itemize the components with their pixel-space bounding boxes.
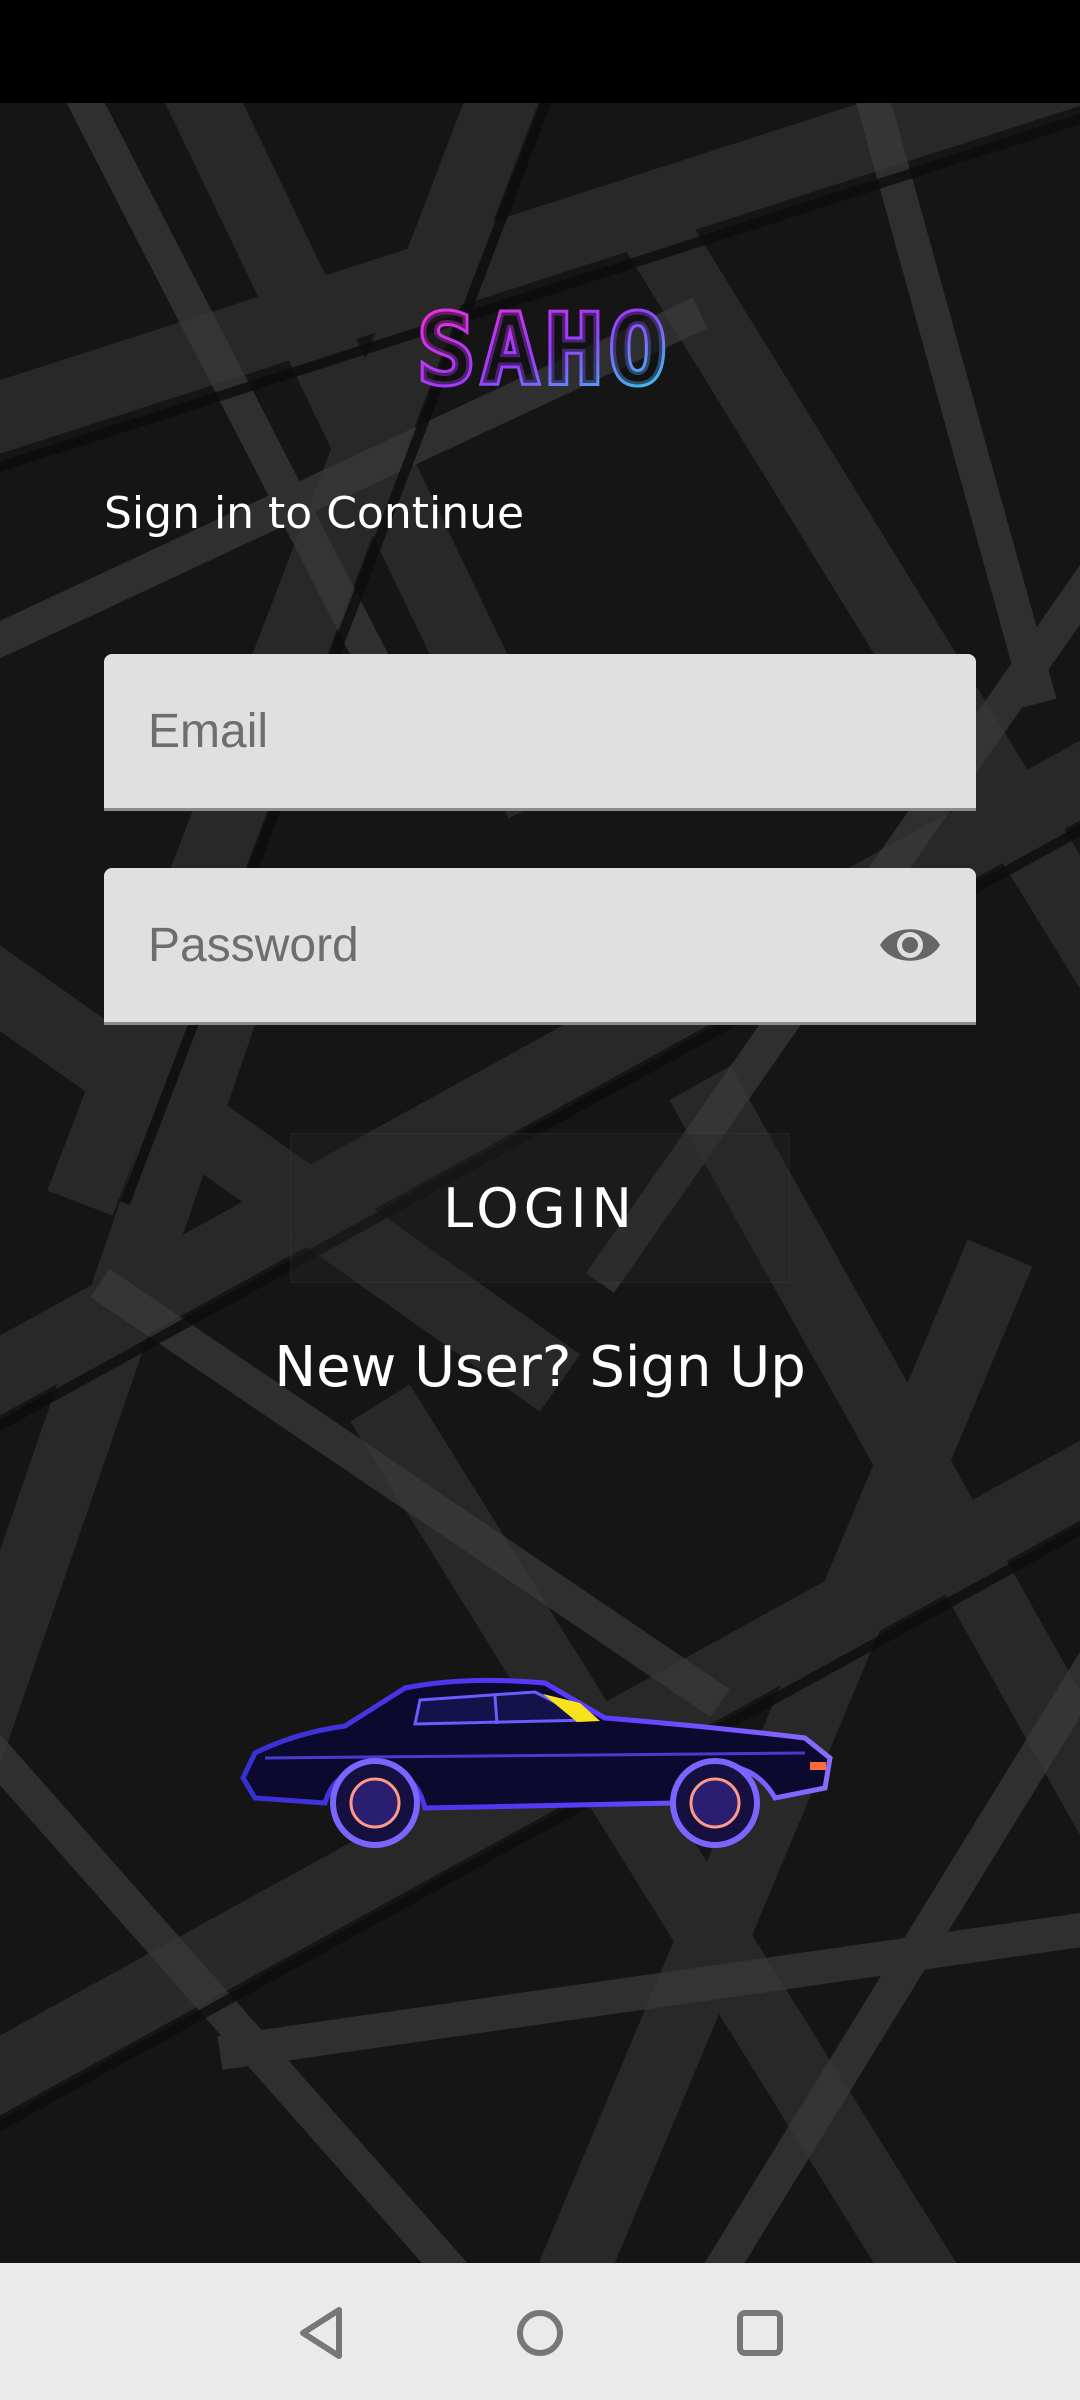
svg-text:SAHO: SAHO [417, 298, 672, 406]
status-bar [0, 0, 1080, 103]
email-input[interactable] [148, 654, 848, 808]
car-illustration [240, 1677, 833, 1848]
app-logo: SAHO SAHO [414, 298, 672, 408]
login-screen: SAHO SAHO Sign in to Continue LOGIN New … [0, 103, 1080, 2263]
navigation-bar [0, 2263, 1080, 2400]
triangle-back-icon[interactable] [287, 2298, 357, 2368]
password-input[interactable] [148, 868, 848, 1022]
login-button[interactable]: LOGIN [290, 1133, 790, 1283]
email-field[interactable] [104, 654, 976, 811]
eye-icon[interactable] [878, 918, 942, 972]
circle-home-icon[interactable] [505, 2298, 575, 2368]
square-recents-icon[interactable] [725, 2298, 795, 2368]
page-subtitle: Sign in to Continue [104, 488, 525, 539]
signup-link[interactable]: New User? Sign Up [0, 1335, 1080, 1400]
password-field[interactable] [104, 868, 976, 1025]
